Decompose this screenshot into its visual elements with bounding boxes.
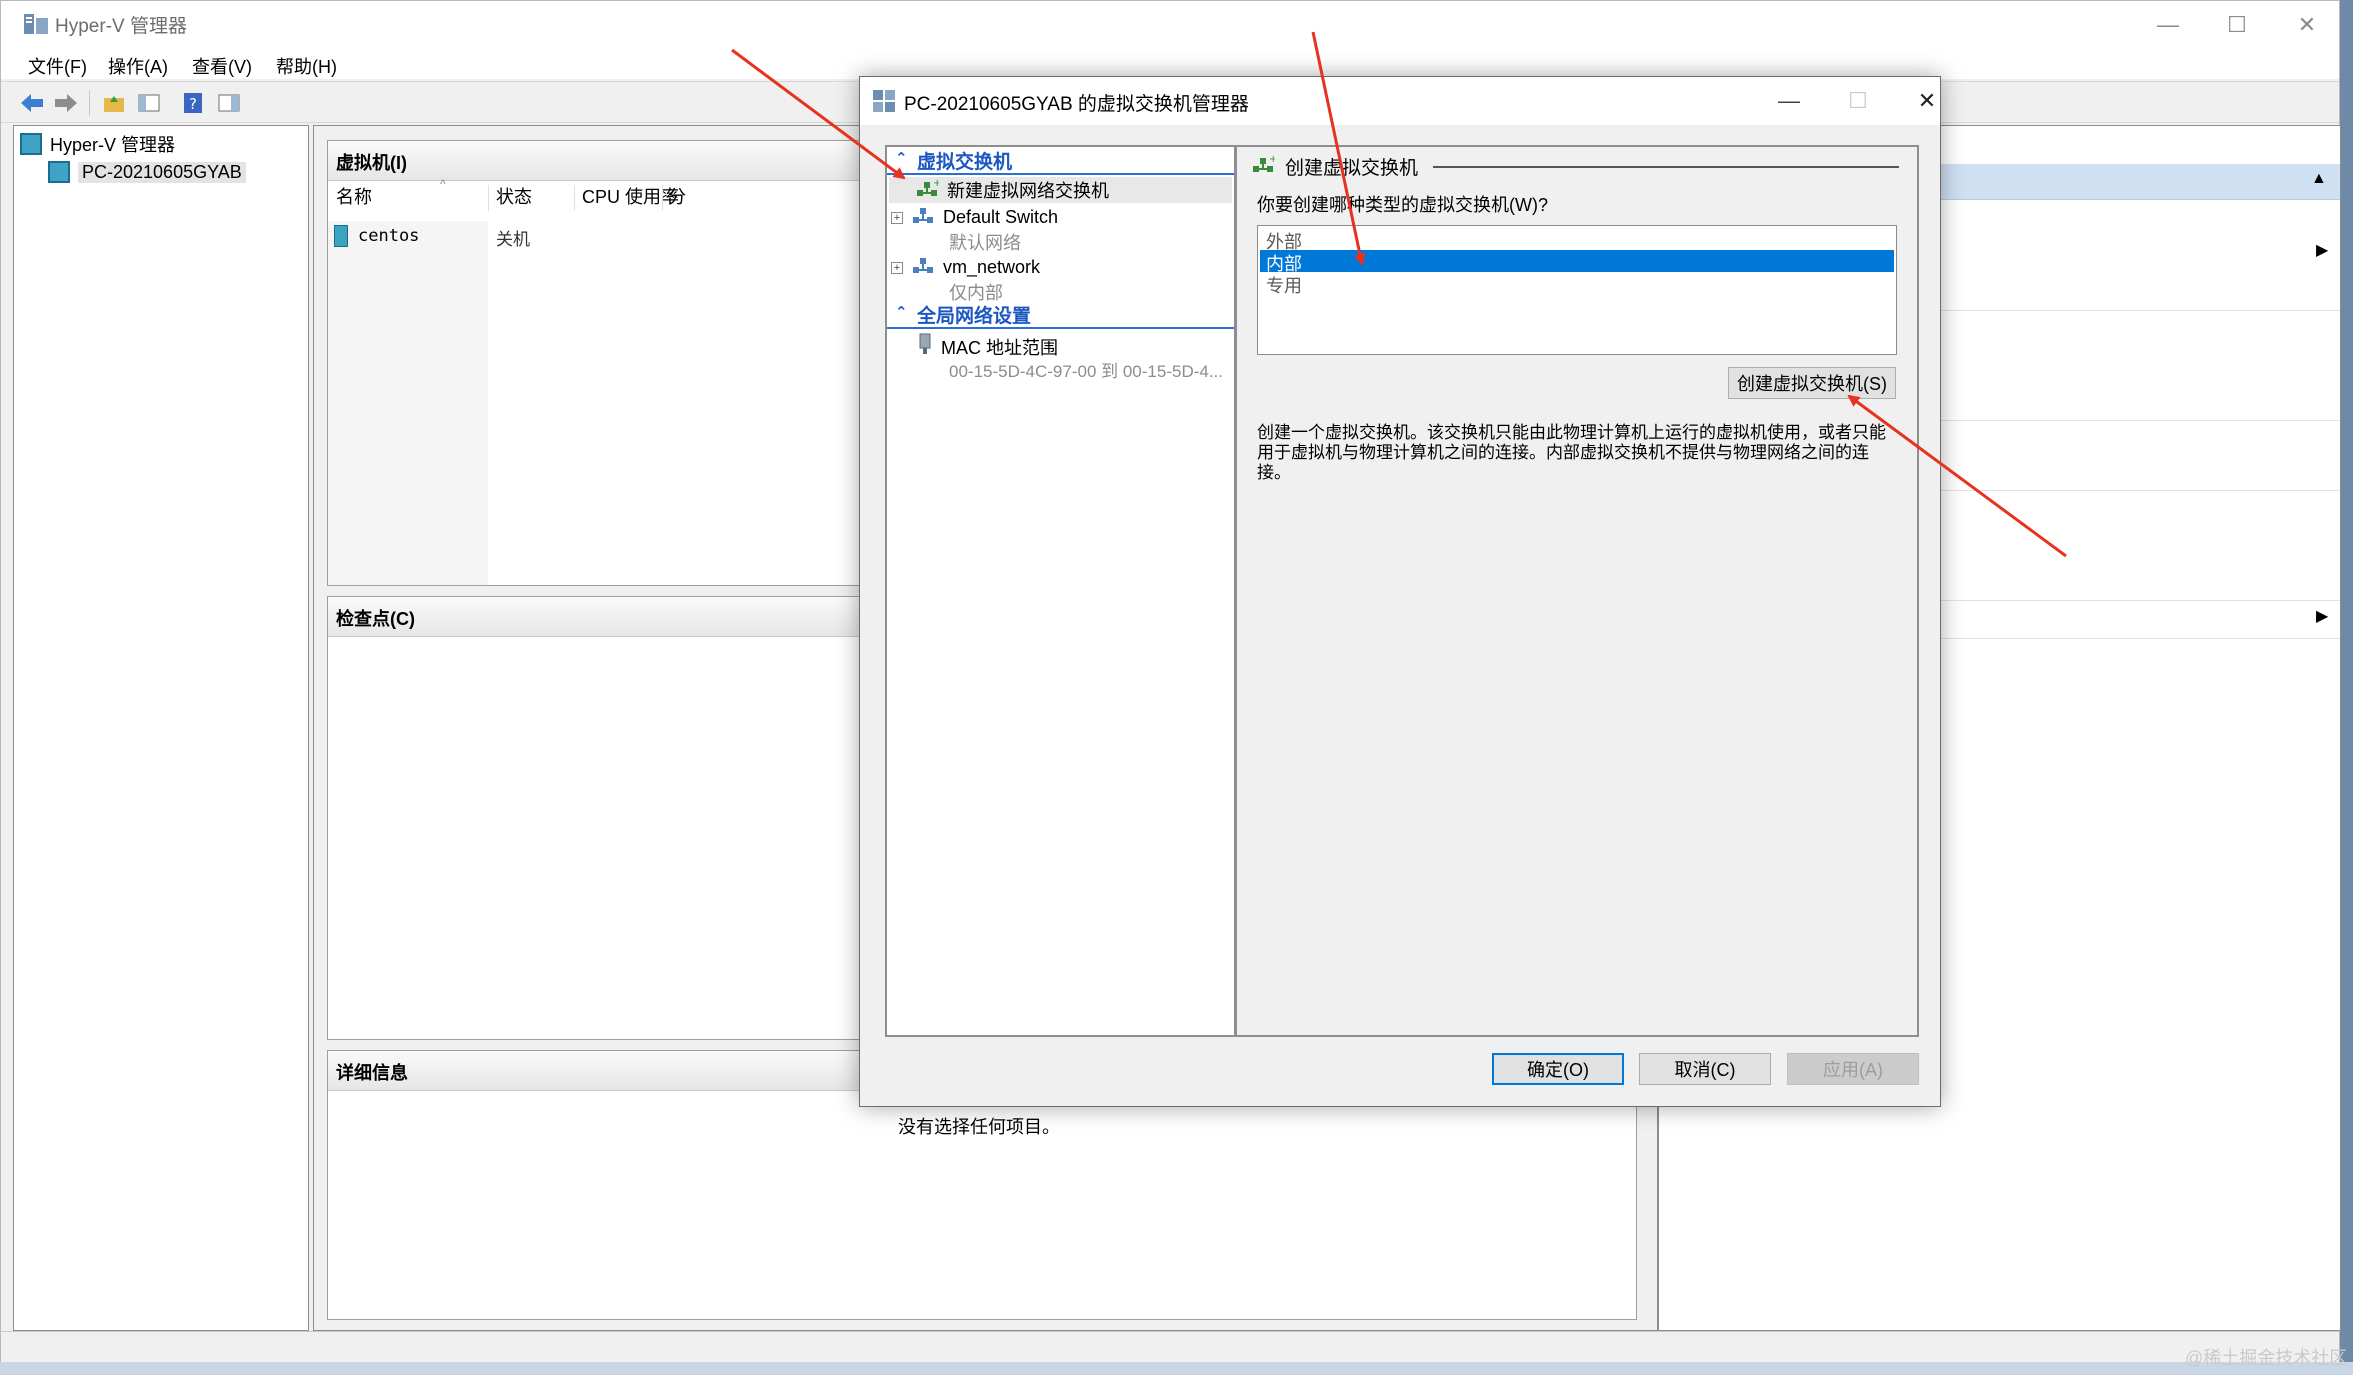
help-icon[interactable]: ? <box>178 88 208 118</box>
forward-arrow-icon[interactable] <box>51 88 81 118</box>
column-state[interactable]: 状态 <box>496 183 532 209</box>
column-name[interactable]: 名称 <box>336 183 372 209</box>
hyperv-app-icon <box>23 12 49 36</box>
create-virtual-switch-button[interactable]: 创建虚拟交换机(S) <box>1728 367 1896 399</box>
virtual-switch-manager-dialog: PC-20210605GYAB 的虚拟交换机管理器 — ☐ ✕ ⌃ 虚拟交换机 … <box>859 76 1941 1107</box>
tree-server-node[interactable]: PC-20210605GYAB <box>48 158 246 186</box>
submenu-arrow-icon[interactable]: ▶ <box>2316 240 2328 260</box>
network-switch-icon-2 <box>911 255 935 280</box>
maximize-icon[interactable]: ☐ <box>2214 7 2260 43</box>
menu-file[interactable]: 文件(F) <box>28 53 87 79</box>
status-bar <box>1 1331 2339 1363</box>
tree-default-switch[interactable]: + Default Switch <box>891 205 1058 230</box>
network-adapter-icon <box>917 333 933 360</box>
switch-tree: ⌃ 虚拟交换机 + 新建虚拟网络交换机 + Default Switch 默认网… <box>885 145 1236 1037</box>
column-cpu[interactable]: CPU 使用率 <box>582 183 679 209</box>
dialog-title-bar: PC-20210605GYAB 的虚拟交换机管理器 — ☐ ✕ <box>860 77 1940 125</box>
virtual-machine-icon <box>334 225 348 247</box>
switch-manager-icon <box>872 89 896 118</box>
new-switch-icon: + <box>915 178 941 203</box>
switch-description: 创建一个虚拟交换机。该交换机只能由此物理计算机上运行的虚拟机使用，或者只能用于虚… <box>1257 423 1886 482</box>
watermark: @稀土掘金技术社区 <box>2185 1348 2348 1368</box>
svg-text:+: + <box>1269 154 1275 165</box>
option-internal[interactable]: 内部 <box>1260 250 1894 274</box>
svg-text:?: ? <box>189 95 197 113</box>
group-global-network-settings[interactable]: ⌃ 全局网络设置 <box>887 301 1234 329</box>
collapse-up-icon[interactable]: ▲ <box>2311 170 2327 188</box>
vm-row-centos[interactable]: centos <box>334 223 419 249</box>
create-switch-panel: + 创建虚拟交换机 你要创建哪种类型的虚拟交换机(W)? 外部 内部 专用 创建… <box>1235 145 1919 1037</box>
mac-range-value: 00-15-5D-4C-97-00 到 00-15-5D-4... <box>949 362 1224 381</box>
option-private[interactable]: 专用 <box>1260 272 1894 296</box>
hyperv-manager-icon <box>20 133 42 155</box>
navigation-tree: Hyper-V 管理器 PC-20210605GYAB <box>13 125 309 1331</box>
panel-heading: 创建虚拟交换机 <box>1285 158 1419 179</box>
tree-root-hyperv[interactable]: Hyper-V 管理器 <box>20 130 175 158</box>
tree-mac-address-range[interactable]: MAC 地址范围 <box>917 333 1058 360</box>
menu-help[interactable]: 帮助(H) <box>276 53 337 79</box>
menu-view[interactable]: 查看(V) <box>192 53 252 79</box>
option-external[interactable]: 外部 <box>1260 228 1894 252</box>
title-bar: Hyper-V 管理器 — ☐ ✕ <box>1 1 2339 49</box>
cancel-button[interactable]: 取消(C) <box>1639 1053 1771 1085</box>
group-virtual-switches[interactable]: ⌃ 虚拟交换机 <box>887 147 1234 175</box>
dialog-title: PC-20210605GYAB 的虚拟交换机管理器 <box>904 94 1249 115</box>
collapse-chevron-icon-2: ⌃ <box>895 304 908 321</box>
menu-action[interactable]: 操作(A) <box>108 53 168 79</box>
collapse-chevron-icon: ⌃ <box>895 150 908 167</box>
back-arrow-icon[interactable] <box>17 88 47 118</box>
minimize-icon[interactable]: — <box>2145 7 2191 43</box>
tree-new-virtual-switch[interactable]: + 新建虚拟网络交换机 <box>889 177 1232 203</box>
submenu-arrow-icon-2[interactable]: ▶ <box>2316 606 2328 626</box>
vm-state: 关机 <box>496 230 530 249</box>
server-icon <box>48 161 70 183</box>
network-switch-icon <box>911 205 935 230</box>
details-empty-text: 没有选择任何项目。 <box>898 1117 1060 1137</box>
tree-vm-network[interactable]: + vm_network <box>891 255 1040 280</box>
column-assigned-memory[interactable]: 分 <box>668 183 686 209</box>
svg-text:+: + <box>933 178 939 189</box>
dialog-close-icon[interactable]: ✕ <box>1904 83 1950 119</box>
sort-ascending-icon: ^ <box>440 177 446 191</box>
expand-plus-icon-2[interactable]: + <box>891 261 903 274</box>
switch-type-question: 你要创建哪种类型的虚拟交换机(W)? <box>1257 195 1548 215</box>
console-tree-icon[interactable] <box>134 88 164 118</box>
menu-bar: 文件(F) 操作(A) 查看(V) 帮助(H) <box>1 49 2339 79</box>
dialog-maximize-icon: ☐ <box>1848 88 1868 113</box>
dialog-minimize-icon[interactable]: — <box>1766 83 1812 119</box>
action-pane-icon[interactable] <box>214 88 244 118</box>
switch-type-listbox[interactable]: 外部 内部 专用 <box>1257 225 1897 355</box>
panel-heading-row: + 创建虚拟交换机 <box>1251 153 1418 180</box>
ok-button[interactable]: 确定(O) <box>1492 1053 1624 1085</box>
close-icon[interactable]: ✕ <box>2284 7 2330 43</box>
new-switch-icon-2: + <box>1251 154 1277 179</box>
apply-button: 应用(A) <box>1787 1053 1919 1085</box>
taskbar <box>0 1362 2353 1375</box>
up-folder-icon[interactable] <box>99 88 129 118</box>
default-switch-type: 默认网络 <box>949 233 1021 253</box>
expand-plus-icon[interactable]: + <box>891 211 903 224</box>
window-title: Hyper-V 管理器 <box>55 16 187 37</box>
